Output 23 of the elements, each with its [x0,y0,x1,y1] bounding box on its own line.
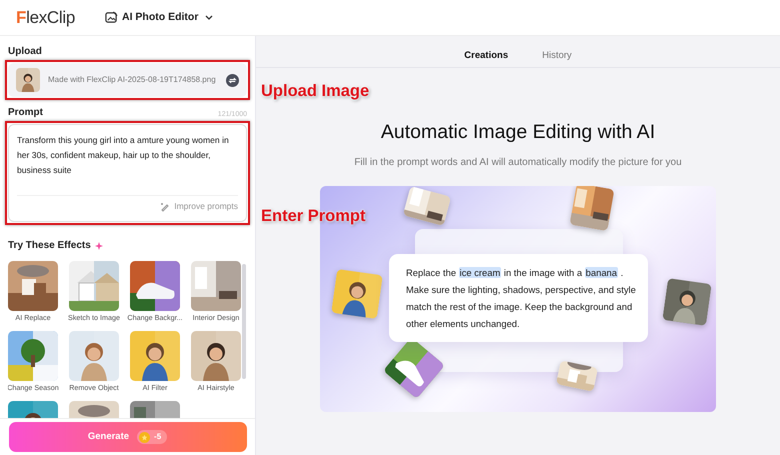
caret-icon [205,14,214,20]
upload-label: Upload [8,45,43,59]
tool-menu[interactable]: AI Photo Editor [99,8,220,26]
sparkle-icon [94,242,103,250]
photo-edit-icon [105,11,118,24]
hero-title: Automatic Image Editing with AI [380,120,656,145]
scrollbar[interactable] [242,264,246,379]
hero-subtitle: Fill in the prompt words and AI will automatically modify the picture for you [354,156,682,170]
file-name: Made with FlexClip AI-2025-08-19T174858.png [48,74,217,86]
upload-box[interactable]: Made with FlexClip AI-2025-08-19T174858.png [8,63,247,97]
credit-cost: -5 [154,431,162,443]
annotation-label: Upload Image [261,81,370,102]
effects-title: Try These Effects [8,239,91,253]
tab[interactable]: Creations [455,36,518,68]
replace-icon[interactable] [226,74,239,86]
coin-icon [139,432,150,442]
annotation-label: Enter Prompt [261,206,366,227]
prompt-label: Prompt [8,106,43,120]
prompt-field[interactable]: Transform this young girl into a amture young women in her 30s, confident makeup, hair up to the shoulder, business suite Improve prompts [8,124,247,222]
logo[interactable]: FlexClip [16,4,76,30]
sparkle-pen-icon [160,202,170,212]
tab[interactable]: History [533,36,581,68]
example-prompt: Replace the ice cream in the image with a banana . Make sure the lighting, shadows, perspective, and style match the rest of the image. Keep the background and other elements unchanged. [389,254,648,342]
